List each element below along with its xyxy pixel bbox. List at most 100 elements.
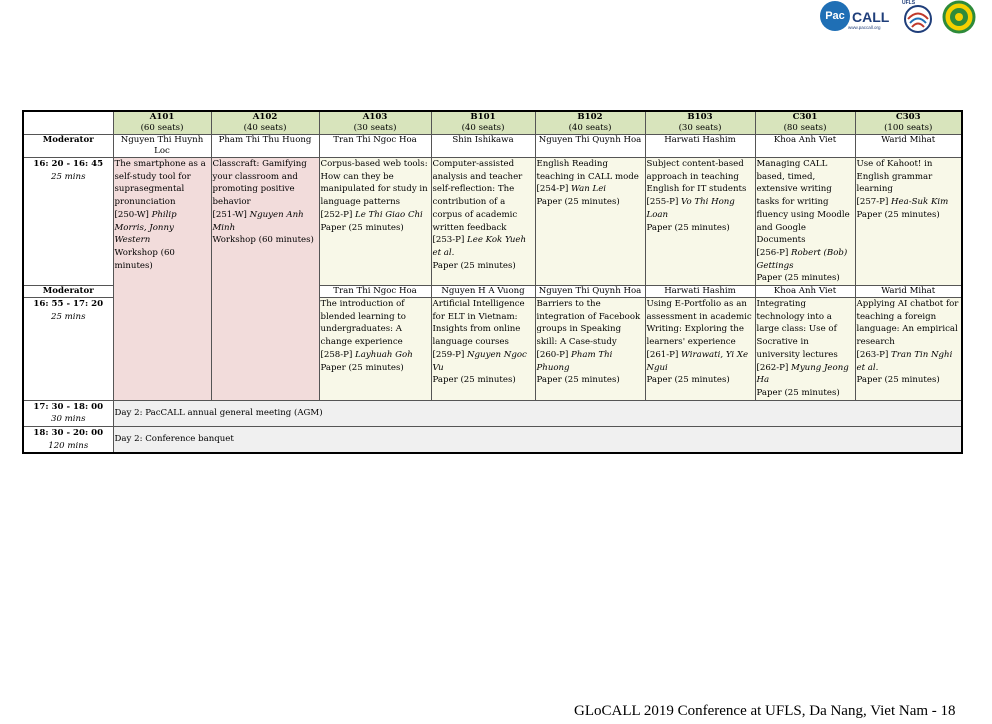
paper-cell: Use of Kahoot! in English grammar learni… (854, 156, 963, 287)
room-seats: (60 seats) (140, 123, 184, 133)
talk-code: [260-P] (536, 349, 569, 360)
talk-code: [254-P] (536, 184, 569, 195)
talk-title: Corpus-based web tools: How can they be … (320, 159, 428, 208)
talk-authors: Layhuah Goh (355, 349, 413, 360)
moderator-name: Pham Thi Thu Huong (210, 134, 320, 158)
workshop-cell: Classcraft: Gamifying your classroom and… (210, 157, 320, 401)
talk-type: Paper (25 minutes) (646, 222, 730, 233)
university-seal-logo (942, 0, 976, 38)
talk-code: [255-P] (646, 197, 679, 208)
moderator-name: Nguyen Thi Quynh Hoa (534, 285, 646, 299)
talk-type: Paper (25 minutes) (536, 197, 620, 208)
time-slot: 16: 20 - 16: 45 25 mins (22, 156, 114, 287)
duration: 120 mins (48, 440, 89, 451)
talk-type: Workshop (60 minutes) (212, 235, 314, 246)
logo-area: Pac CALL www.paccall.org UFLS (812, 0, 992, 36)
room-seats: (40 seats) (568, 123, 612, 133)
room-name: A103 (362, 112, 388, 122)
moderator-name: Warid Mihat (854, 134, 963, 158)
ufls-label: UFLS (902, 0, 916, 6)
room-name: C303 (895, 112, 921, 122)
room-name: B103 (687, 112, 713, 122)
time-range: 17: 30 - 18: 00 (33, 401, 104, 412)
room-header: B103 (30 seats) (644, 110, 756, 135)
moderator-name: Khoa Anh Viet (754, 134, 856, 158)
room-seats: (80 seats) (783, 123, 827, 133)
talk-title: English Reading teaching in CALL mode (536, 159, 639, 182)
talk-code: [251-W] (212, 209, 247, 220)
slide-footer: GLoCALL 2019 Conference at UFLS, Da Nang… (574, 703, 956, 719)
talk-code: [257-P] (856, 197, 889, 208)
ufls-logo: UFLS (902, 0, 934, 38)
paper-cell: English Reading teaching in CALL mode [25… (534, 156, 646, 287)
room-seats: (40 seats) (243, 123, 287, 133)
paper-cell: Managing CALL based, timed, extensive wr… (754, 156, 856, 287)
time-range: 18: 30 - 20: 00 (33, 428, 104, 439)
paper-cell: Using E-Portfolio as an assessment in ac… (644, 297, 756, 401)
moderator-name: Tran Thi Ngoc Hoa (318, 134, 432, 158)
talk-title: Artificial Intelligence for ELT in Vietn… (432, 299, 525, 348)
talk-code: [252-P] (320, 209, 353, 220)
moderator-name: Harwati Hashim (644, 134, 756, 158)
talk-type: Paper (25 minutes) (756, 273, 840, 284)
talk-type: Paper (25 minutes) (536, 375, 620, 386)
paper-cell: Subject content-based approach in teachi… (644, 156, 756, 287)
room-header: B101 (40 seats) (430, 110, 536, 135)
room-header: A103 (30 seats) (318, 110, 432, 135)
paccall-url: www.paccall.org (848, 25, 881, 30)
talk-type: Paper (25 minutes) (432, 375, 516, 386)
talk-title: Integrating technology into a large clas… (756, 299, 838, 360)
paper-cell: Artificial Intelligence for ELT in Vietn… (430, 297, 536, 401)
talk-type: Paper (25 minutes) (432, 260, 516, 271)
talk-code: [262-P] (756, 362, 789, 373)
time-range: 16: 20 - 16: 45 (33, 159, 104, 169)
talk-type: Paper (25 minutes) (320, 362, 404, 373)
agm-event: Day 2: PacCALL annual general meeting (A… (112, 399, 963, 428)
room-name: B102 (577, 112, 603, 122)
talk-type: Paper (25 minutes) (320, 222, 404, 233)
talk-type: Paper (25 minutes) (856, 209, 940, 220)
moderator-name: Tran Thi Ngoc Hoa (318, 285, 432, 299)
room-seats: (100 seats) (884, 123, 933, 133)
paper-cell: Corpus-based web tools: How can they be … (318, 156, 432, 287)
paper-cell: Applying AI chatbot for teaching a forei… (854, 297, 963, 401)
talk-code: [253-P] (432, 235, 465, 246)
talk-type: Workshop (60 minutes) (114, 247, 175, 271)
room-name: C301 (792, 112, 818, 122)
paccall-text: CALL (852, 9, 890, 25)
moderator-name: Shin Ishikawa (430, 134, 536, 158)
talk-title: The introduction of blended learning to … (320, 299, 406, 348)
moderator-row: Moderator Nguyen Thi Huynh Loc Pham Thi … (22, 134, 963, 158)
talk-title: Managing CALL based, timed, extensive wr… (756, 159, 850, 246)
talk-title: Applying AI chatbot for teaching a forei… (856, 299, 959, 348)
room-header: A101 (60 seats) (112, 110, 212, 135)
talk-title: Using E-Portfolio as an assessment in ac… (646, 299, 752, 348)
room-header: C303 (100 seats) (854, 110, 963, 135)
talk-type: Paper (25 minutes) (856, 375, 940, 386)
time-slot: 18: 30 - 20: 00 120 mins (22, 426, 114, 454)
moderator-label: Moderator (22, 285, 114, 299)
paper-cell: Barriers to the integration of Facebook … (534, 297, 646, 401)
talk-code: [263-P] (856, 349, 889, 360)
room-header-row: A101 (60 seats) A102 (40 seats) A103 (30 se… (22, 110, 963, 135)
event-row: 17: 30 - 18: 00 30 mins Day 2: PacCALL an… (22, 399, 963, 428)
talk-authors: Le Thi Giao Chi (355, 209, 423, 220)
talk-authors: Wan Lei (571, 184, 607, 195)
room-name: A102 (252, 112, 278, 122)
moderator-name: Warid Mihat (854, 285, 963, 299)
room-header: C301 (80 seats) (754, 110, 856, 135)
room-header: B102 (40 seats) (534, 110, 646, 135)
talk-code: [261-P] (646, 349, 679, 360)
moderator-name: Nguyen Thi Quynh Hoa (534, 134, 646, 158)
banquet-event: Day 2: Conference banquet (112, 426, 963, 454)
room-seats: (30 seats) (353, 123, 397, 133)
moderator-name: Khoa Anh Viet (754, 285, 856, 299)
room-name: A101 (149, 112, 175, 122)
room-header: A102 (40 seats) (210, 110, 320, 135)
talk-title: Use of Kahoot! in English grammar learni… (856, 159, 933, 195)
talk-type: Paper (25 minutes) (646, 375, 730, 386)
talk-code: [258-P] (320, 349, 353, 360)
time-slot: 17: 30 - 18: 00 30 mins (22, 399, 114, 428)
moderator-name: Harwati Hashim (644, 285, 756, 299)
talk-title: The smartphone as a self-study tool for … (114, 159, 206, 208)
